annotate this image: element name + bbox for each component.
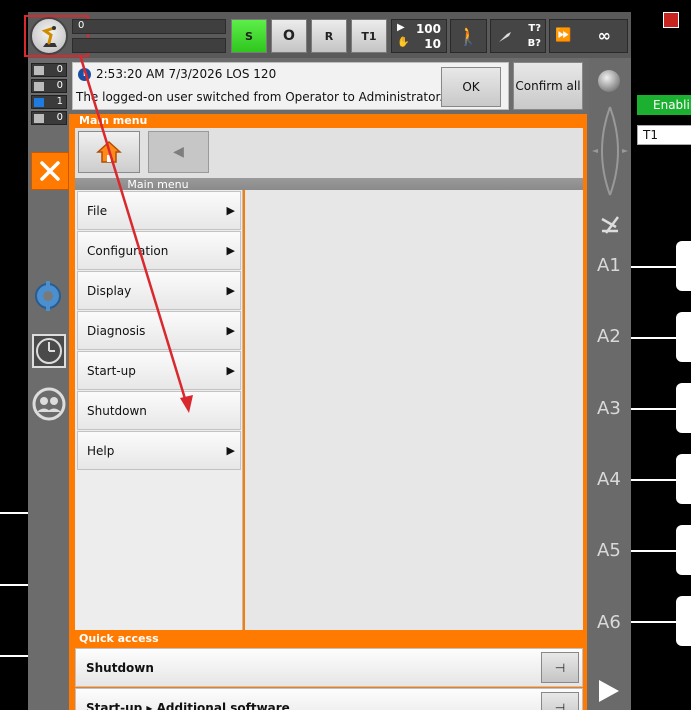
drives-button[interactable]: O xyxy=(271,19,307,53)
jog-override-value: 10 xyxy=(424,37,441,51)
ack-icon xyxy=(34,66,44,75)
jog-connector-line xyxy=(631,621,679,623)
program-run-mode-button[interactable]: ⏩ ∞ xyxy=(549,19,628,53)
jog-handle-a1[interactable] xyxy=(676,241,691,291)
ok-button[interactable]: OK xyxy=(441,67,501,107)
hand-icon: ✋ xyxy=(397,37,410,48)
override-button[interactable]: ▶ ✋ 100 10 xyxy=(391,19,447,53)
dialog-icon xyxy=(34,114,44,123)
submenu-area xyxy=(245,190,583,630)
confirm-all-button[interactable]: Confirm all xyxy=(513,62,583,110)
axis-label-a3: A3 xyxy=(597,398,621,419)
coordinate-system-icon[interactable] xyxy=(598,213,622,235)
message-progress-field xyxy=(72,38,226,53)
menu-item-display[interactable]: Display ▶ xyxy=(77,271,241,310)
info-counter[interactable]: 1 xyxy=(31,95,67,109)
robot-interpreter-button[interactable]: R xyxy=(311,19,347,53)
mode-field[interactable]: T1 xyxy=(637,125,691,145)
submenu-arrow-icon: ▶ xyxy=(226,204,235,217)
message-text: The logged-on user switched from Operato… xyxy=(76,90,444,104)
jog-handle-a6[interactable] xyxy=(676,596,691,646)
message-counters: 0 0 1 0 xyxy=(31,63,67,127)
pin-icon[interactable]: ⊣ xyxy=(541,652,579,683)
play-icon: ▶ xyxy=(397,22,405,33)
axis-label-a6: A6 xyxy=(597,612,621,633)
window-close-icon[interactable] xyxy=(663,12,679,28)
submenu-arrow-icon: ▶ xyxy=(226,284,235,297)
back-arrow-icon: ◀ xyxy=(173,144,184,160)
menu-item-configuration[interactable]: Configuration ▶ xyxy=(77,231,241,270)
tool-base-button[interactable]: T? B? xyxy=(490,19,546,53)
submit-interpreter-button[interactable]: S xyxy=(231,19,267,53)
menu-item-file[interactable]: File ▶ xyxy=(77,191,241,230)
configuration-gear-icon[interactable] xyxy=(31,277,67,313)
message-count: 0 xyxy=(78,20,85,31)
axis-label-a1: A1 xyxy=(597,255,621,276)
play-icon[interactable] xyxy=(599,680,619,702)
home-button[interactable] xyxy=(78,131,140,173)
submenu-arrow-icon: ▶ xyxy=(226,324,235,337)
tool-value: T? xyxy=(528,23,541,34)
submenu-arrow-icon: ▶ xyxy=(226,364,235,377)
jog-connector-line xyxy=(631,550,679,552)
menu-item-diagnosis[interactable]: Diagnosis ▶ xyxy=(77,311,241,350)
jog-handle-a2[interactable] xyxy=(676,312,691,362)
enabling-button[interactable]: Enabling xyxy=(637,95,691,115)
quick-access-additional-software[interactable]: Start-up ▸ Additional software ⊣ xyxy=(75,688,583,710)
left-edge-line xyxy=(0,512,28,514)
left-edge-line xyxy=(0,655,28,657)
jog-connector-line xyxy=(631,479,679,481)
smartpad-screen: 0 S O R T1 ▶ ✋ 100 10 🚶 T? B? ⏩ ∞ 0 0 1 … xyxy=(0,0,691,710)
globe-icon[interactable] xyxy=(598,70,620,92)
close-icon xyxy=(40,161,60,181)
pin-icon[interactable]: ⊣ xyxy=(541,692,579,710)
user-group-icon[interactable] xyxy=(31,386,67,422)
acknowledgement-counter[interactable]: 0 xyxy=(31,63,67,77)
menu-item-start-up[interactable]: Start-up ▶ xyxy=(77,351,241,390)
message-count-field xyxy=(72,19,226,34)
jog-connector-line xyxy=(631,337,679,339)
jog-connector-line xyxy=(631,408,679,410)
info-icon xyxy=(34,98,44,107)
jog-handle-a4[interactable] xyxy=(676,454,691,504)
menu-item-shutdown[interactable]: Shutdown xyxy=(77,391,241,430)
program-override-value: 100 xyxy=(415,22,441,36)
axis-label-a2: A2 xyxy=(597,326,621,347)
message-timestamp: 2:53:20 AM 7/3/2026 LOS 120 xyxy=(96,67,277,81)
jog-handle-a3[interactable] xyxy=(676,383,691,433)
axis-label-a4: A4 xyxy=(597,469,621,490)
quick-access-shutdown[interactable]: Shutdown ⊣ xyxy=(75,648,583,687)
operating-mode-button[interactable]: T1 xyxy=(351,19,387,53)
close-menu-button[interactable] xyxy=(31,152,69,190)
axis-label-a5: A5 xyxy=(597,540,621,561)
tool-icon xyxy=(499,32,511,42)
status-counter[interactable]: 0 xyxy=(31,79,67,93)
status-icon xyxy=(34,82,44,91)
home-icon xyxy=(96,140,122,163)
info-icon: i xyxy=(78,68,91,81)
clock-icon[interactable] xyxy=(31,333,67,369)
submenu-arrow-icon: ▶ xyxy=(226,244,235,257)
jog-handle-a5[interactable] xyxy=(676,525,691,575)
menu-item-help[interactable]: Help ▶ xyxy=(77,431,241,470)
left-edge-line xyxy=(0,584,28,586)
main-menu-title: Main menu xyxy=(79,114,148,127)
mouse-jog-icon[interactable] xyxy=(590,103,630,199)
submenu-arrow-icon: ▶ xyxy=(226,444,235,457)
run-mode-icon: ⏩ xyxy=(555,28,572,43)
back-button[interactable]: ◀ xyxy=(148,131,209,173)
base-value: B? xyxy=(527,38,541,49)
infinity-value: ∞ xyxy=(597,26,611,45)
quick-access-title: Quick access xyxy=(79,632,159,645)
jog-connector-line xyxy=(631,266,679,268)
walking-man-icon[interactable]: 🚶 xyxy=(450,19,487,53)
dialog-counter[interactable]: 0 xyxy=(31,111,67,125)
